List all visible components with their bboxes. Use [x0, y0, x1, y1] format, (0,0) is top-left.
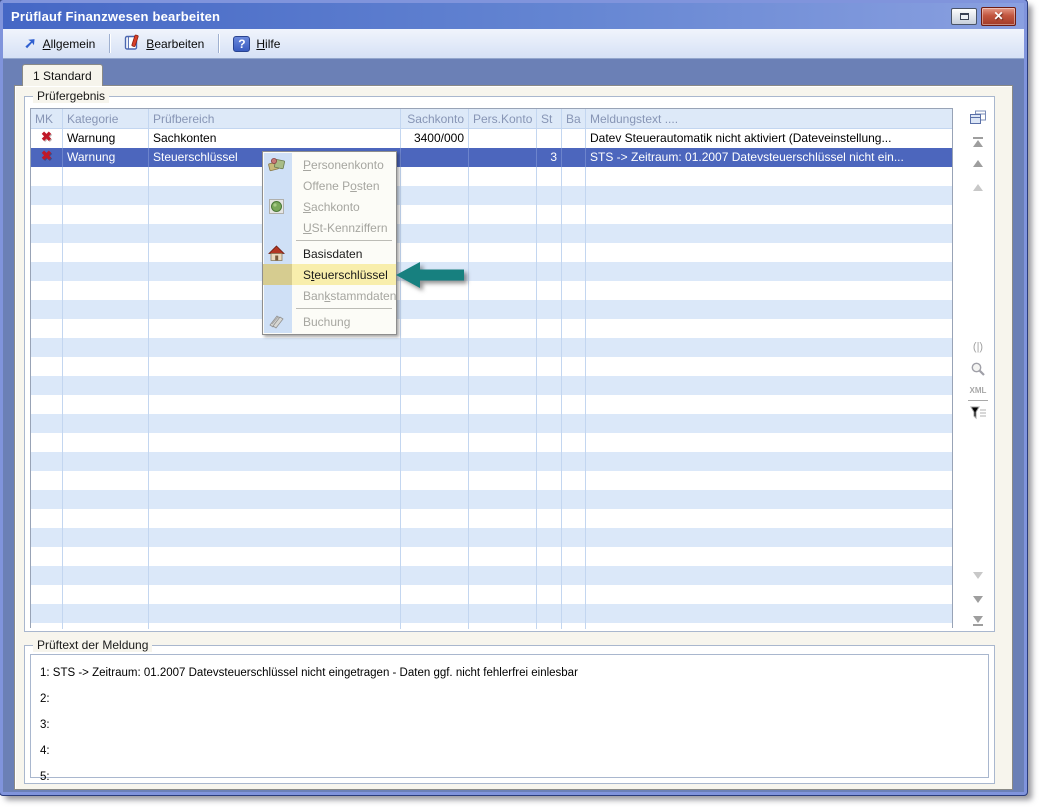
- scroll-up-icon[interactable]: [968, 153, 988, 173]
- titlebar[interactable]: Prüflauf Finanzwesen bearbeiten: [3, 3, 1024, 29]
- ledger-icon: [268, 313, 286, 330]
- col-header-st[interactable]: St: [537, 109, 562, 128]
- prueftext-line: 4:: [40, 738, 979, 764]
- help-icon: [233, 36, 250, 52]
- xml-export-icon[interactable]: XML: [968, 381, 988, 401]
- prueftext-group-label: Prüftext der Meldung: [33, 638, 152, 652]
- menu-item-personenkonto: Personenkonto: [263, 154, 396, 175]
- row-perskonto-cell: [469, 148, 537, 167]
- toolbar: Allgemein Bearbeiten Hilfe: [3, 29, 1024, 59]
- table-row-selected[interactable]: Warnung Steuerschlüssel 3 STS -> Zeitrau…: [31, 148, 952, 167]
- row-meldungstext-cell: Datev Steuerautomatik nicht aktiviert (D…: [586, 129, 952, 148]
- row-kategorie-cell: Warnung: [63, 148, 149, 167]
- scroll-down-faint-icon[interactable]: [968, 565, 988, 585]
- window-controls: [951, 7, 1016, 26]
- menu-item-label: Bankstammdaten: [303, 289, 396, 303]
- col-header-pruefbereich[interactable]: Prüfbereich: [149, 109, 401, 128]
- toolbar-hilfe-label: Hilfe: [256, 37, 280, 51]
- prueftext-group: Prüftext der Meldung 1: STS -> Zeitraum:…: [24, 645, 995, 784]
- col-header-meldungstext[interactable]: Meldungstext ....: [586, 109, 952, 128]
- col-header-ba[interactable]: Ba: [562, 109, 586, 128]
- row-ba-cell: [562, 148, 586, 167]
- col-header-kategorie[interactable]: Kategorie: [63, 109, 149, 128]
- scroll-to-bottom-icon[interactable]: [968, 611, 988, 631]
- menu-item-label: Buchung: [303, 315, 350, 329]
- house-icon: [268, 245, 286, 262]
- scroll-up-faint-icon[interactable]: [968, 177, 988, 197]
- menu-item-offene-posten: Offene Posten: [263, 175, 396, 196]
- pruefergebnis-group-label: Prüfergebnis: [33, 89, 109, 103]
- grid-tool-column: (|) XML: [966, 97, 990, 631]
- search-icon[interactable]: [968, 359, 988, 379]
- scroll-to-top-icon[interactable]: [968, 131, 988, 151]
- pruefergebnis-group: Prüfergebnis MK Kategorie Prüfbereich Sa…: [24, 96, 995, 632]
- toolbar-separator: [109, 34, 110, 53]
- menu-item-label: Sachkonto: [303, 200, 360, 214]
- toolbar-hilfe-button[interactable]: Hilfe: [224, 33, 289, 55]
- col-header-mk[interactable]: MK: [31, 109, 63, 128]
- menu-item-basisdaten[interactable]: Basisdaten: [263, 243, 396, 264]
- window-title: Prüflauf Finanzwesen bearbeiten: [11, 9, 220, 24]
- annotation-arrow-icon: [396, 260, 464, 295]
- col-header-perskonto[interactable]: Pers.Konto: [469, 109, 537, 128]
- filter-icon[interactable]: [968, 403, 988, 423]
- tab-standard[interactable]: 1 Standard: [22, 64, 103, 86]
- close-button[interactable]: [981, 7, 1016, 26]
- error-x-icon: [41, 130, 52, 144]
- dialog-window: Prüflauf Finanzwesen bearbeiten Allgemei…: [0, 0, 1027, 795]
- error-x-icon: [41, 149, 52, 163]
- menu-item-bankstammdaten: Bankstammdaten: [263, 285, 396, 306]
- menu-separator: [296, 308, 392, 309]
- row-perskonto-cell: [469, 129, 537, 148]
- main-panel: Prüfergebnis MK Kategorie Prüfbereich Sa…: [14, 85, 1013, 790]
- persons-account-icon: [268, 156, 286, 173]
- row-mk-cell: [31, 148, 63, 167]
- prueftext-line: 5:: [40, 764, 979, 790]
- row-kategorie-cell: Warnung: [63, 129, 149, 148]
- toolbar-separator: [218, 34, 219, 53]
- row-mk-cell: [31, 129, 63, 148]
- table-row[interactable]: Warnung Sachkonten 3400/000 Datev Steuer…: [31, 129, 952, 148]
- menu-item-label: Basisdaten: [303, 247, 362, 261]
- menu-separator: [296, 240, 392, 241]
- row-pruefbereich-cell: Sachkonten: [149, 129, 401, 148]
- menu-item-label: USt-Kennziffern: [303, 221, 388, 235]
- row-st-cell: [537, 129, 562, 148]
- toolbar-allgemein-label: Allgemein: [43, 37, 96, 51]
- edit-document-icon: [124, 34, 140, 54]
- context-menu: Personenkonto Offene Posten Sachkonto US…: [262, 151, 397, 335]
- toolbar-bearbeiten-label: Bearbeiten: [146, 37, 204, 51]
- col-header-sachkonto[interactable]: Sachkonto: [401, 109, 469, 128]
- row-sachkonto-cell: [401, 148, 469, 167]
- menu-item-sachkonto: Sachkonto: [263, 196, 396, 217]
- menu-item-label: Steuerschlüssel: [303, 268, 388, 282]
- menu-item-steuerschluessel[interactable]: Steuerschlüssel: [263, 264, 396, 285]
- toolbar-allgemein-button[interactable]: Allgemein: [15, 34, 104, 54]
- prueftext-line: 2:: [40, 686, 979, 712]
- prueftext-box[interactable]: 1: STS -> Zeitraum: 01.2007 Datevsteuers…: [30, 654, 989, 778]
- column-chooser-icon[interactable]: [968, 107, 988, 127]
- menu-item-label: Offene Posten: [303, 179, 380, 193]
- menu-item-label: Personenkonto: [303, 158, 384, 172]
- prueftext-line: 1: STS -> Zeitraum: 01.2007 Datevsteuers…: [40, 660, 979, 686]
- arrow-up-right-icon: [24, 37, 37, 51]
- toolbar-bearbeiten-button[interactable]: Bearbeiten: [115, 31, 213, 57]
- prueftext-line: 3:: [40, 712, 979, 738]
- row-st-cell: 3: [537, 148, 562, 167]
- table-header-row: MK Kategorie Prüfbereich Sachkonto Pers.…: [31, 109, 952, 129]
- table-empty-rows: [31, 167, 952, 629]
- scroll-down-icon[interactable]: [968, 589, 988, 609]
- tab-standard-label: 1 Standard: [33, 69, 92, 83]
- gl-account-icon: [268, 198, 286, 215]
- menu-item-buchung: Buchung: [263, 311, 396, 332]
- row-meldungstext-cell: STS -> Zeitraum: 01.2007 Datevsteuerschl…: [586, 148, 952, 167]
- row-sachkonto-cell: 3400/000: [401, 129, 469, 148]
- restore-button[interactable]: [951, 8, 977, 25]
- restore-icon: [960, 13, 969, 20]
- row-ba-cell: [562, 129, 586, 148]
- selection-brackets-icon[interactable]: (|): [968, 337, 988, 357]
- result-table: MK Kategorie Prüfbereich Sachkonto Pers.…: [30, 108, 953, 628]
- menu-item-ust-kennziffern: USt-Kennziffern: [263, 217, 396, 238]
- close-icon: [993, 7, 1003, 25]
